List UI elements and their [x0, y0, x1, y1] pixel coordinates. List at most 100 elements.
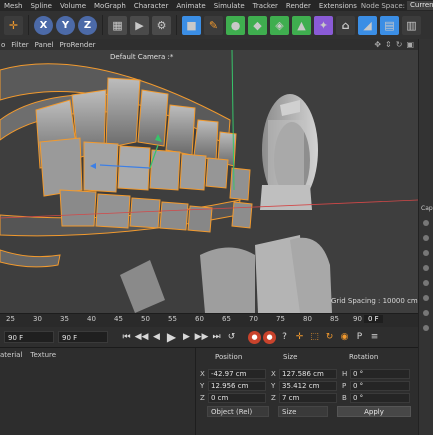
menu-render[interactable]: Render: [282, 2, 315, 10]
timeline-tick: 35: [60, 315, 69, 323]
size-mode-dropdown[interactable]: Size: [278, 406, 328, 417]
go-to-start-icon[interactable]: ⏮: [120, 331, 133, 344]
coord-row-z: Z 0 cm Z 7 cm B 0 °: [197, 393, 415, 404]
field-icon[interactable]: ✦: [314, 15, 333, 35]
size-x-field[interactable]: 127.586 cm: [279, 369, 337, 379]
radio-icon[interactable]: [423, 280, 429, 286]
viewport-menu-prorender[interactable]: ProRender: [60, 41, 96, 49]
current-frame-indicator[interactable]: 0 F: [364, 315, 383, 323]
coordinate-mode-dropdown[interactable]: Object (Rel): [207, 406, 269, 417]
scale-key-icon[interactable]: ⬚: [308, 331, 321, 344]
next-frame-icon[interactable]: ▶: [180, 331, 193, 344]
radio-icon[interactable]: [423, 265, 429, 271]
menu-spline[interactable]: Spline: [26, 2, 56, 10]
deformer-icon[interactable]: ◈: [270, 15, 289, 35]
radio-icon[interactable]: [423, 295, 429, 301]
floor-grid-icon[interactable]: ▤: [380, 15, 399, 35]
pla-key-icon[interactable]: P: [353, 331, 366, 344]
record-icon[interactable]: ●: [248, 330, 261, 344]
rotate-key-icon[interactable]: ↻: [323, 331, 336, 344]
grid-spacing-label: Grid Spacing : 10000 cm: [331, 297, 418, 305]
size-y-label: Y: [271, 382, 276, 390]
rotate-view-icon[interactable]: ↻: [396, 40, 403, 49]
radio-icon[interactable]: [423, 235, 429, 241]
camera-label: Default Camera :*: [110, 53, 174, 61]
rotation-header: Rotation: [349, 353, 379, 361]
previous-frame-icon[interactable]: ◀: [150, 331, 163, 344]
menu-mesh[interactable]: Mesh: [0, 2, 26, 10]
move-tool-icon[interactable]: ✛: [4, 15, 23, 35]
cube-icon[interactable]: ■: [182, 15, 201, 35]
viewport-nav-icons: ✥ ⇕ ↻ ▣: [374, 40, 418, 49]
menu-simulate[interactable]: Simulate: [210, 2, 249, 10]
start-frame-field[interactable]: 90 F: [4, 331, 54, 343]
3d-viewport[interactable]: Default Camera :* Grid Spacing : 10000 c…: [0, 50, 418, 313]
size-header: Size: [283, 353, 298, 361]
autokey-icon[interactable]: ●: [263, 330, 276, 344]
coord-row-x: X -42.97 cm X 127.586 cm H 0 °: [197, 369, 415, 380]
timeline-tick: 90: [353, 315, 362, 323]
pos-y-field[interactable]: 12.956 cm: [208, 381, 266, 391]
panel-divider: [195, 348, 196, 435]
go-to-end-icon[interactable]: ⏭: [210, 331, 223, 344]
render-settings-icon[interactable]: ⚙: [152, 15, 171, 35]
axis-x-button[interactable]: X: [34, 15, 53, 35]
move-key-icon[interactable]: ✛: [293, 331, 306, 344]
param-key-icon[interactable]: ◉: [338, 331, 351, 344]
render-region-icon[interactable]: ▦: [108, 15, 127, 35]
maximize-view-icon[interactable]: ▣: [406, 40, 414, 49]
apply-button[interactable]: Apply: [337, 406, 411, 417]
menu-extensions[interactable]: Extensions: [315, 2, 361, 10]
keyframe-selection-icon[interactable]: ?: [278, 331, 291, 344]
toolbar-divider: [102, 15, 103, 35]
size-y-field[interactable]: 35.412 cm: [279, 381, 337, 391]
pos-x-label: X: [200, 370, 205, 378]
zoom-view-icon[interactable]: ⇕: [385, 40, 392, 49]
menu-mograph[interactable]: MoGraph: [90, 2, 130, 10]
radio-icon[interactable]: [423, 310, 429, 316]
material-tab[interactable]: aterial: [0, 351, 22, 359]
viewport-menu-options[interactable]: o: [1, 41, 5, 49]
radio-icon[interactable]: [423, 250, 429, 256]
texture-tab[interactable]: Texture: [30, 351, 56, 359]
node-space-dropdown[interactable]: Current: [407, 1, 433, 10]
toolbar-divider: [28, 15, 29, 35]
end-frame-field[interactable]: 90 F: [58, 331, 108, 343]
menu-volume[interactable]: Volume: [56, 2, 90, 10]
array-icon[interactable]: ◆: [248, 15, 267, 35]
play-icon[interactable]: ▶: [165, 330, 178, 344]
viewport-menu-panel[interactable]: Panel: [35, 41, 54, 49]
coord-row-y: Y 12.956 cm Y 35.412 cm P 0 °: [197, 381, 415, 392]
render-view-icon[interactable]: ▶: [130, 15, 149, 35]
material-manager-tabs: aterial Texture: [0, 351, 56, 359]
axis-z-button[interactable]: Z: [78, 15, 97, 35]
radio-icon[interactable]: [423, 325, 429, 331]
menu-animate[interactable]: Animate: [172, 2, 209, 10]
viewport-menu-filter[interactable]: Filter: [11, 41, 28, 49]
subdivision-icon[interactable]: ●: [226, 15, 245, 35]
size-z-field[interactable]: 7 cm: [279, 393, 337, 403]
pos-x-field[interactable]: -42.97 cm: [208, 369, 266, 379]
pen-spline-icon[interactable]: ✎: [204, 15, 223, 35]
tag-icon[interactable]: ▥: [402, 15, 421, 35]
light-icon[interactable]: ◢: [358, 15, 377, 35]
rot-p-field[interactable]: 0 °: [350, 381, 410, 391]
radio-icon[interactable]: [423, 220, 429, 226]
loop-icon[interactable]: ↺: [225, 331, 238, 344]
next-key-icon[interactable]: ▶▶: [195, 331, 209, 344]
menu-character[interactable]: Character: [130, 2, 173, 10]
pos-z-field[interactable]: 0 cm: [208, 393, 266, 403]
rot-b-field[interactable]: 0 °: [350, 393, 410, 403]
timeline-menu-icon[interactable]: ≡: [368, 331, 381, 344]
menu-tracker[interactable]: Tracker: [249, 2, 282, 10]
camera-icon[interactable]: ⌂: [336, 15, 355, 35]
previous-key-icon[interactable]: ◀◀: [135, 331, 149, 344]
effector-icon[interactable]: ▲: [292, 15, 311, 35]
side-panel-label: Cap: [421, 205, 433, 212]
position-header: Position: [215, 353, 243, 361]
move-view-icon[interactable]: ✥: [374, 40, 381, 49]
rot-h-field[interactable]: 0 °: [350, 369, 410, 379]
axis-y-button[interactable]: Y: [56, 15, 75, 35]
rot-h-label: H: [342, 370, 348, 378]
timeline-ruler[interactable]: 25 30 35 40 45 50 55 60 65 70 75 80 85 9…: [0, 313, 418, 327]
